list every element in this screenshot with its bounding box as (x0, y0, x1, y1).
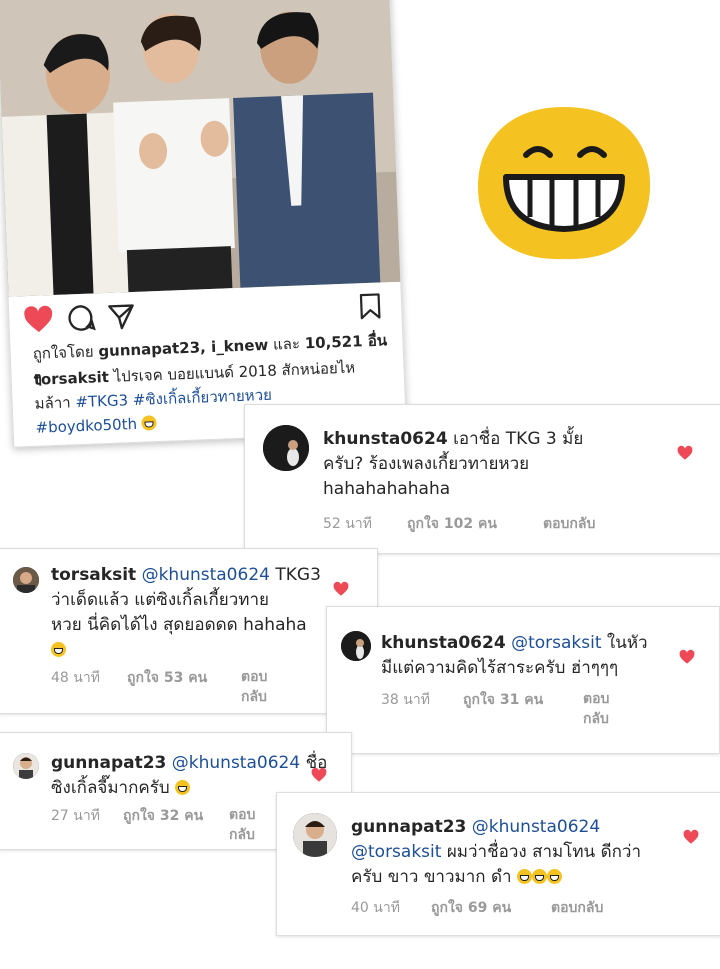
comment-username[interactable]: khunsta0624 (381, 633, 506, 653)
avatar-image (13, 753, 39, 779)
comment-text-2: ซิงเกิ้ลจี๊มากครับ (51, 778, 170, 798)
comment-likes[interactable]: ถูกใจ 32 คน (123, 805, 203, 827)
comment-likes-label: ถูกใจ 102 คน (407, 516, 497, 532)
comment-time: 52 นาที (323, 516, 372, 532)
comment-likes[interactable]: ถูกใจ 53 คน (127, 667, 207, 689)
avatar[interactable] (293, 813, 337, 857)
comment-time: 27 นาที (51, 808, 100, 824)
comment-reply[interactable]: ตอบกลับ (551, 897, 603, 919)
avatar[interactable] (13, 753, 39, 779)
comment-like-heart-icon[interactable] (333, 581, 349, 597)
comment-reply-label-1: ตอบ (241, 669, 268, 685)
comment-username[interactable]: gunnapat23 (51, 753, 166, 773)
comment-reply[interactable]: ตอบ กลับ (229, 805, 255, 845)
comment-username[interactable]: gunnapat23 (351, 817, 466, 837)
comment-mention[interactable]: @torsaksit (511, 633, 601, 653)
comment-card-2: torsaksit @khunsta0624 TKG3 ว่าเด็ดแล้ว … (0, 548, 378, 714)
share-icon[interactable] (107, 302, 136, 331)
comment-reply[interactable]: ตอบ กลับ (241, 667, 267, 707)
comment-likes-label: ถูกใจ 32 คน (123, 808, 204, 824)
bookmark-icon[interactable] (359, 292, 382, 321)
grinning-emoji-icon (546, 869, 562, 884)
comment-mention[interactable]: @khunsta0624 (142, 565, 270, 585)
caption-hashtags-2[interactable]: #boydko50th (35, 415, 137, 437)
grinning-emoji-icon (531, 869, 547, 884)
comment-card-1: khunsta0624 เอาชื่อ TKG 3 มั้ย ครับ? ร้อ… (244, 404, 720, 554)
three-men-photo (0, 0, 401, 297)
likes-users[interactable]: gunnapat23, i_knew (98, 336, 269, 361)
comment-card-3: khunsta0624 @torsaksit ในหัว มีแต่ความคิ… (326, 606, 720, 754)
avatar-image (263, 425, 309, 471)
comment-likes-label: ถูกใจ 69 คน (431, 900, 512, 916)
comment-mention-2[interactable]: @torsaksit (351, 842, 441, 862)
caption-username[interactable]: torsaksit (33, 368, 109, 389)
comment-reply-label-1: ตอบ (229, 807, 256, 823)
comment-like-heart-icon[interactable] (679, 649, 695, 665)
comment-reply-label-2: กลับ (583, 711, 609, 727)
avatar[interactable] (341, 631, 371, 661)
comment-username[interactable]: torsaksit (51, 565, 136, 585)
comment-time: 38 นาที (381, 692, 430, 708)
comment-mention[interactable]: @khunsta0624 (472, 817, 600, 837)
comment-likes[interactable]: ถูกใจ 102 คน (407, 513, 497, 535)
comment-text-1: TKG3 (275, 565, 321, 585)
comment-text-3: หวย นี่คิดได้ไง สุดยอดดด hahaha (51, 615, 307, 635)
avatar-image (13, 567, 39, 593)
likes-prefix: ถูกใจโดย (32, 342, 94, 363)
comment-reply-label: ตอบกลับ (543, 516, 596, 532)
avatar[interactable] (13, 567, 39, 593)
post-photo[interactable] (0, 0, 401, 297)
comment-text-3: hahahahahaha (323, 479, 451, 499)
comment-card-5: gunnapat23 @khunsta0624 @torsaksit ผมว่า… (276, 792, 720, 936)
comment-reply[interactable]: ตอบ กลับ (583, 689, 609, 729)
instagram-post-card: ถูกใจโดย gunnapat23, i_knew และ 10,521 อ… (0, 0, 408, 448)
comment-body: khunsta0624 เอาชื่อ TKG 3 มั้ย ครับ? ร้อ… (323, 427, 703, 502)
comment-username[interactable]: khunsta0624 (323, 429, 448, 449)
comment-text-2: ว่าเด็ดแล้ว แต่ซิงเกิ้ลเกี้ยวทาย (51, 590, 269, 610)
grinning-emoji-icon (175, 780, 191, 795)
caption-hashtags-1[interactable]: #TKG3 #ซิงเกิ้ลเกี้ยวทายหวย (75, 386, 272, 412)
grinning-emoji-icon (51, 642, 66, 657)
comment-text-1: ผมว่าชื่อวง สามโทน ดีกว่า (446, 842, 641, 862)
comment-text-2: มีแต่ความคิดไร้สาระครับ ฮ่าๆๆๆ (381, 658, 619, 678)
big-grinning-emoji-icon (478, 107, 651, 260)
comment-like-heart-icon[interactable] (683, 829, 699, 845)
comment-likes-label: ถูกใจ 53 คน (127, 670, 208, 686)
avatar-image (341, 631, 371, 661)
caption-text-2: มล้าา (34, 393, 71, 413)
avatar-image (293, 813, 337, 857)
comment-reply[interactable]: ตอบกลับ (543, 513, 595, 535)
comment-mention[interactable]: @khunsta0624 (172, 753, 300, 773)
comment-text-1: เอาชื่อ TKG 3 มั้ย (453, 429, 584, 449)
comment-reply-label-2: กลับ (229, 827, 255, 843)
grinning-emoji-icon (141, 415, 158, 431)
likes-and: และ (272, 334, 301, 354)
comment-body: khunsta0624 @torsaksit ในหัว มีแต่ความคิ… (381, 631, 711, 681)
comment-reply-label-1: ตอบ (583, 691, 610, 707)
comment-likes-label: ถูกใจ 31 คน (463, 692, 544, 708)
comment-text-2: ครับ? ร้องเพลงเกี้ยวทายหวย (323, 454, 530, 474)
comment-time: 48 นาที (51, 670, 100, 686)
like-heart-icon[interactable] (23, 305, 54, 334)
comment-likes[interactable]: ถูกใจ 31 คน (463, 689, 543, 711)
comment-text-2: ครับ ขาว ขาวมาก ดำ (351, 867, 512, 887)
comment-icon[interactable] (67, 303, 96, 332)
avatar[interactable] (263, 425, 309, 471)
grinning-emoji-icon (516, 869, 532, 884)
comment-reply-label: ตอบกลับ (551, 900, 604, 916)
comment-body: gunnapat23 @khunsta0624 @torsaksit ผมว่า… (351, 815, 711, 890)
comment-body: torsaksit @khunsta0624 TKG3 ว่าเด็ดแล้ว … (51, 563, 371, 663)
comment-like-heart-icon[interactable] (311, 767, 327, 783)
comment-likes[interactable]: ถูกใจ 69 คน (431, 897, 511, 919)
comment-text-1: ในหัว (606, 633, 648, 653)
comment-like-heart-icon[interactable] (677, 445, 693, 461)
comment-time: 40 นาที (351, 900, 400, 916)
comment-reply-label-2: กลับ (241, 689, 267, 705)
caption-text-1: ไปรเจค บอยแบนด์ 2018 สักหน่อยไห (113, 358, 356, 386)
